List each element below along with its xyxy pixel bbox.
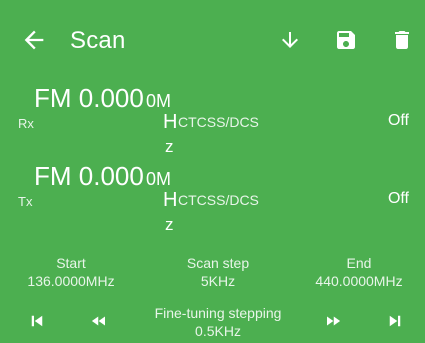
tx-frequency-display[interactable]: FM 0.000 <box>34 160 144 192</box>
tx-label: Tx <box>18 194 33 209</box>
start-value: 136.0000MHz <box>27 273 115 289</box>
skip-first-icon <box>31 315 43 327</box>
page-title: Scan <box>70 27 126 54</box>
delete-icon <box>395 31 409 49</box>
back-button[interactable] <box>20 26 48 54</box>
rx-frequency: 0.000 <box>78 83 144 113</box>
arrow-left-icon <box>24 30 44 50</box>
scan-step-value: 5KHz <box>200 273 236 289</box>
fine-tune-label: Fine-tuning stepping <box>154 305 282 321</box>
fine-tuning-stepping[interactable]: Fine-tuning stepping 0.5KHz <box>128 304 308 340</box>
fast-forward-button[interactable] <box>322 312 344 336</box>
rx-unit-h: H <box>163 111 178 133</box>
tx-unit-z: z <box>165 215 174 234</box>
save-button[interactable] <box>334 28 358 52</box>
tx-unit-h: H <box>163 189 178 211</box>
rx-ctcss-label[interactable]: CTCSS/DCS <box>178 114 259 130</box>
skip-last-icon <box>389 315 401 327</box>
start-label: Start <box>56 255 86 271</box>
save-icon <box>337 31 355 49</box>
rx-frequency-display[interactable]: FM 0.000 <box>34 82 144 114</box>
rx-section: FM 0.000 0M H z Rx CTCSS/DCS Off <box>0 80 425 160</box>
download-icon <box>282 32 298 48</box>
download-button[interactable] <box>278 28 302 52</box>
rx-label: Rx <box>18 116 34 131</box>
tx-frequency: 0.000 <box>78 161 144 191</box>
tx-ctcss-label[interactable]: CTCSS/DCS <box>178 192 259 208</box>
tx-ctcss-value[interactable]: Off <box>388 190 409 208</box>
scan-step-label: Scan step <box>186 255 250 271</box>
end-label: End <box>346 255 372 271</box>
rewind-button[interactable] <box>88 312 110 336</box>
rx-mode: FM <box>34 83 72 113</box>
rx-unit-prefix: 0M <box>146 91 172 111</box>
rx-ctcss-value[interactable]: Off <box>388 112 409 130</box>
start-frequency[interactable]: Start 136.0000MHz <box>12 254 130 290</box>
scan-step[interactable]: Scan step 5KHz <box>152 254 284 290</box>
skip-last-button[interactable] <box>386 312 404 336</box>
skip-first-button[interactable] <box>28 312 46 336</box>
scan-screen: Scan FM 0.000 0M H z Rx CTCSS/DCS Off FM… <box>0 0 425 343</box>
fine-tune-value: 0.5KHz <box>195 323 241 339</box>
fast-forward-icon <box>327 316 341 326</box>
end-frequency[interactable]: End 440.0000MHz <box>298 254 420 290</box>
rx-unit-z: z <box>165 137 174 156</box>
tx-mode: FM <box>34 161 72 191</box>
tx-unit-prefix: 0M <box>146 169 172 189</box>
delete-button[interactable] <box>390 28 414 52</box>
rewind-icon <box>91 316 105 326</box>
end-value: 440.0000MHz <box>315 273 403 289</box>
tx-section: FM 0.000 0M H z Tx CTCSS/DCS Off <box>0 158 425 238</box>
app-header: Scan <box>0 0 425 80</box>
